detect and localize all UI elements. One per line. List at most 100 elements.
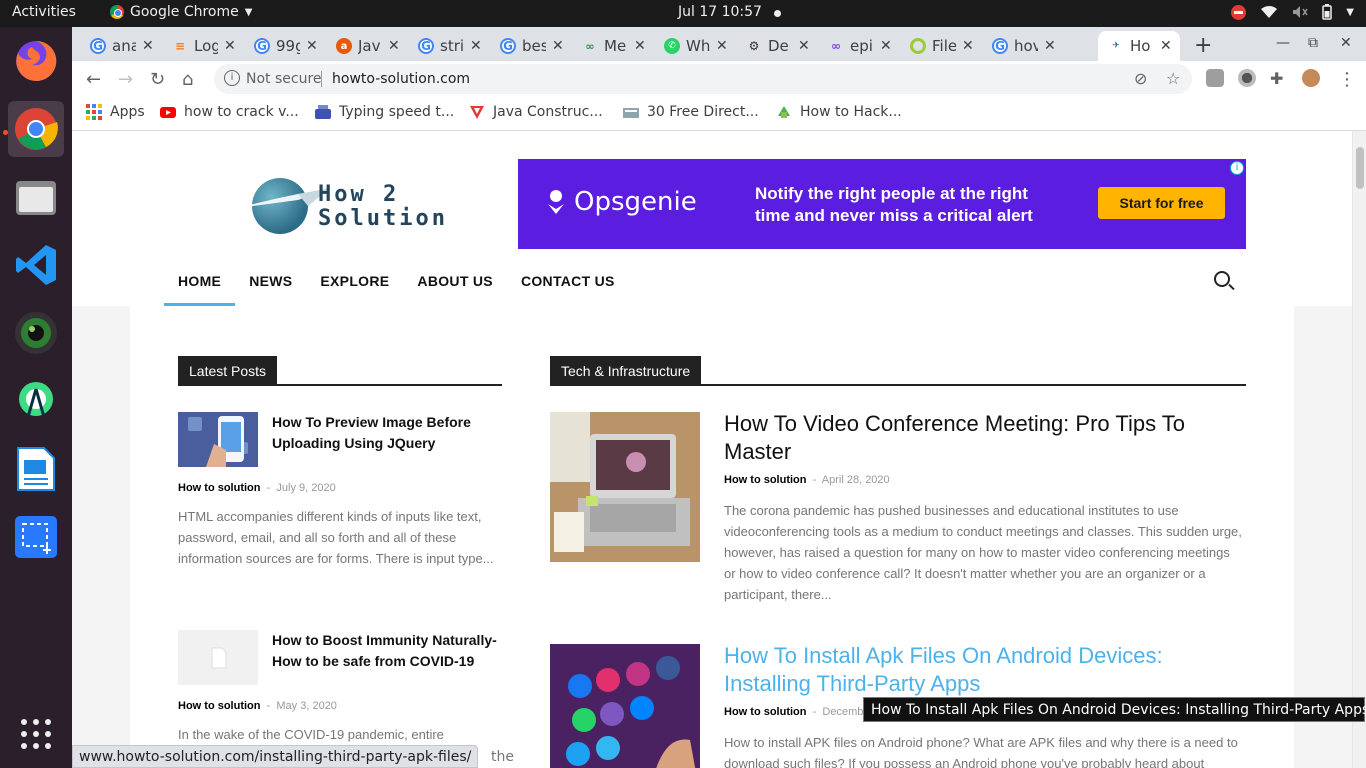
address-bar[interactable]: i Not secure howto-solution.com ⊘ ☆ xyxy=(214,64,1192,94)
clock[interactable]: Jul 17 10:57 xyxy=(678,4,762,20)
star-icon[interactable]: ☆ xyxy=(1166,69,1180,88)
post-thumbnail[interactable] xyxy=(550,644,700,768)
post-title[interactable]: How To Preview Image Before Uploading Us… xyxy=(272,412,502,454)
ad-banner[interactable]: Opsgenie Notify the right people at the … xyxy=(518,159,1246,249)
maximize-button[interactable]: ⧉ xyxy=(1308,35,1318,51)
tab-active[interactable]: ✈ Ho ✕ xyxy=(1098,31,1180,61)
close-icon[interactable]: ✕ xyxy=(1044,38,1056,54)
reload-button[interactable]: ↻ xyxy=(150,69,165,90)
post-title[interactable]: How To Video Conference Meeting: Pro Tip… xyxy=(724,410,1224,466)
tab[interactable]: ∞ epi ✕ xyxy=(810,31,892,61)
post-thumbnail-placeholder[interactable] xyxy=(178,630,258,685)
show-applications-button[interactable] xyxy=(8,706,64,762)
dock-files[interactable] xyxy=(8,169,64,225)
close-window-button[interactable]: ✕ xyxy=(1340,35,1352,51)
tab[interactable]: ✆ Wh ✕ xyxy=(646,31,728,61)
post-meta: How to solution - May 3, 2020 xyxy=(178,700,337,712)
tab[interactable]: ⚙ De ✕ xyxy=(728,31,810,61)
dock-libreoffice-draw[interactable] xyxy=(8,441,64,497)
dock-screenshot[interactable] xyxy=(8,509,64,565)
dock-chrome[interactable] xyxy=(8,101,64,157)
close-icon[interactable]: ✕ xyxy=(1160,38,1172,54)
new-tab-button[interactable]: + xyxy=(1194,33,1212,58)
post-title[interactable]: How to Boost Immunity Naturally- How to … xyxy=(272,630,502,672)
app-menu[interactable]: Google Chrome ▼ xyxy=(110,4,252,20)
post-author[interactable]: How to solution xyxy=(724,706,806,718)
dock-android-studio[interactable] xyxy=(8,373,64,429)
tab-title: 99g xyxy=(276,37,300,55)
tab[interactable]: G 99g ✕ xyxy=(236,31,318,61)
system-top-bar: Activities Google Chrome ▼ Jul 17 10:57 … xyxy=(0,0,1366,27)
back-button[interactable]: ← xyxy=(86,69,101,90)
tab[interactable]: File ✕ xyxy=(892,31,974,61)
bookmark-item[interactable]: Java Construc... xyxy=(469,104,603,120)
puzzle-icon[interactable]: ✚ xyxy=(1270,69,1288,88)
close-icon[interactable]: ✕ xyxy=(470,38,482,54)
site-logo[interactable]: How 2 Solution xyxy=(238,176,445,238)
tab[interactable]: Gstri ✕ xyxy=(400,31,482,61)
post-excerpt: HTML accompanies different kinds of inpu… xyxy=(178,509,494,566)
post-author[interactable]: How to solution xyxy=(724,474,806,486)
tech-infrastructure-heading: Tech & Infrastructure xyxy=(550,356,702,386)
minimize-button[interactable]: — xyxy=(1276,35,1290,51)
activities-button[interactable]: Activities xyxy=(12,4,76,20)
post-date: Decemb xyxy=(822,706,864,718)
close-icon[interactable]: ✕ xyxy=(634,38,646,54)
post-title-hovered[interactable]: How To Install Apk Files On Android Devi… xyxy=(724,642,1224,698)
extension-circle-icon[interactable] xyxy=(1238,69,1256,87)
post-excerpt: In the wake of the COVID-19 pandemic, en… xyxy=(178,727,444,742)
bookmark-label: 30 Free Direct... xyxy=(647,104,759,120)
home-button[interactable]: ⌂ xyxy=(182,69,193,90)
notification-dot xyxy=(774,10,781,17)
bookmark-label: Apps xyxy=(110,104,145,120)
tab[interactable]: Gbes ✕ xyxy=(482,31,564,61)
close-icon[interactable]: ✕ xyxy=(306,38,318,54)
ad-info-icon[interactable]: i xyxy=(1230,161,1244,175)
bookmark-label: how to crack v... xyxy=(184,104,299,120)
nav-contact-us[interactable]: CONTACT US xyxy=(521,273,615,289)
page-scrollbar[interactable] xyxy=(1352,131,1366,768)
bookmark-item[interactable]: Typing speed t... xyxy=(315,104,454,120)
forward-button[interactable]: → xyxy=(118,69,133,90)
nav-home[interactable]: HOME xyxy=(163,273,236,306)
post-author[interactable]: How to solution xyxy=(178,482,260,494)
search-icon[interactable] xyxy=(1214,271,1230,287)
tab[interactable]: a Jav ✕ xyxy=(318,31,400,61)
scrollbar-thumb[interactable] xyxy=(1356,147,1364,189)
bookmark-apps[interactable]: Apps xyxy=(86,104,145,120)
nav-explore[interactable]: EXPLORE xyxy=(320,273,389,289)
close-icon[interactable]: ✕ xyxy=(798,38,810,54)
close-icon[interactable]: ✕ xyxy=(552,38,564,54)
system-tray[interactable]: ▼ xyxy=(1231,4,1354,20)
avatar[interactable] xyxy=(1302,69,1320,87)
ad-cta-button[interactable]: Start for free xyxy=(1098,187,1225,219)
close-icon[interactable]: ✕ xyxy=(388,38,400,54)
tab[interactable]: ≡ Log ✕ xyxy=(154,31,236,61)
close-icon[interactable]: ✕ xyxy=(142,38,154,54)
close-icon[interactable]: ✕ xyxy=(880,38,892,54)
tab[interactable]: ∞ Me ✕ xyxy=(564,31,646,61)
nav-about-us[interactable]: ABOUT US xyxy=(417,273,493,289)
tab[interactable]: Ghov ✕ xyxy=(974,31,1056,61)
security-label[interactable]: Not secure xyxy=(246,71,322,87)
url-text[interactable]: howto-solution.com xyxy=(332,71,470,87)
stackoverflow-icon: ≡ xyxy=(174,39,186,53)
tab[interactable]: Gana ✕ xyxy=(72,31,154,61)
bookmark-item[interactable]: How to Hack... xyxy=(776,104,902,120)
dock-camera[interactable] xyxy=(8,305,64,361)
close-icon[interactable]: ✕ xyxy=(716,38,728,54)
close-icon[interactable]: ✕ xyxy=(224,38,236,54)
dock-firefox[interactable] xyxy=(8,33,64,89)
info-icon[interactable]: i xyxy=(224,70,240,86)
eye-slash-icon[interactable]: ⊘ xyxy=(1134,69,1147,88)
post-thumbnail[interactable] xyxy=(178,412,258,467)
bookmark-item[interactable]: how to crack v... xyxy=(160,104,299,120)
menu-kebab-icon[interactable]: ⋮ xyxy=(1338,69,1356,90)
dock-vscode[interactable] xyxy=(8,237,64,293)
post-author[interactable]: How to solution xyxy=(178,700,260,712)
extension-icon[interactable] xyxy=(1206,69,1224,87)
post-thumbnail[interactable] xyxy=(550,412,700,562)
bookmark-item[interactable]: 30 Free Direct... xyxy=(623,104,759,120)
close-icon[interactable]: ✕ xyxy=(962,38,974,54)
nav-news[interactable]: NEWS xyxy=(249,273,292,289)
